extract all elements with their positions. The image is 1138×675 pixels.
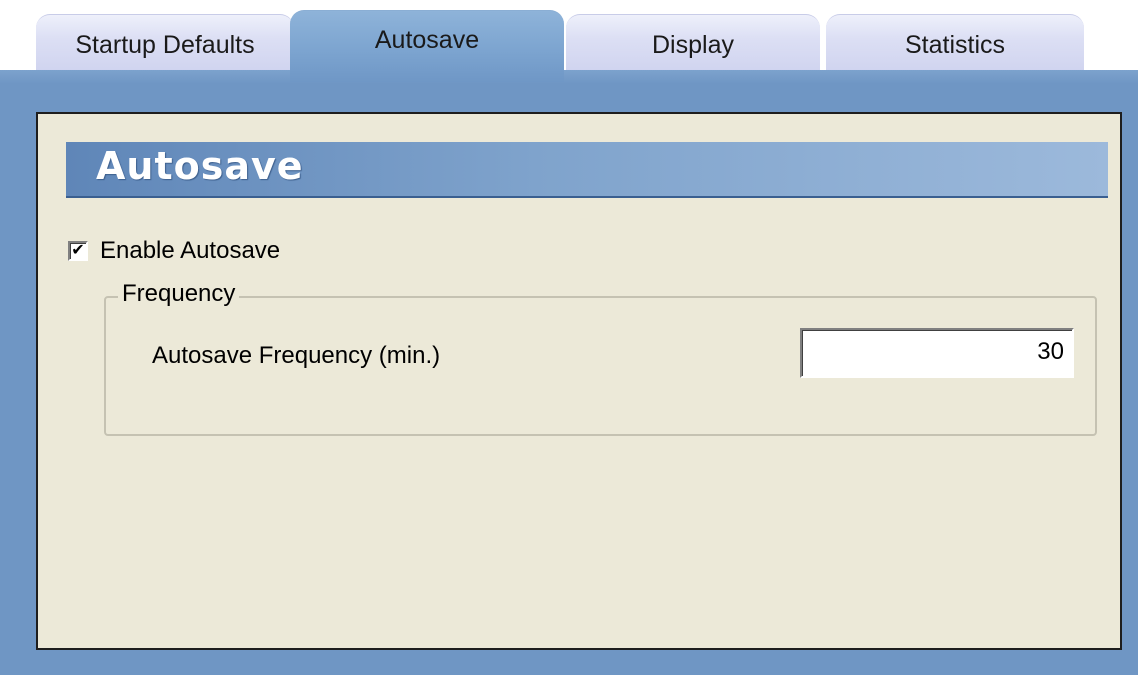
autosave-frequency-input[interactable]: 30 [800, 328, 1074, 378]
section-title: Autosave [96, 144, 304, 188]
frame-top-strip [0, 70, 1138, 84]
enable-autosave-option[interactable]: ✔ Enable Autosave [68, 236, 280, 266]
autosave-panel: Autosave ✔ Enable Autosave Frequency Aut… [36, 112, 1122, 650]
frequency-legend: Frequency [118, 280, 240, 308]
frequency-groupbox: Frequency Autosave Frequency (min.) 30 [104, 280, 1097, 436]
autosave-frequency-label: Autosave Frequency (min.) [152, 342, 441, 369]
tab-statistics[interactable]: Statistics [826, 14, 1084, 74]
enable-autosave-label[interactable]: Enable Autosave [100, 237, 280, 265]
tab-autosave[interactable]: Autosave [290, 10, 564, 82]
tab-panel-frame: Autosave ✔ Enable Autosave Frequency Aut… [0, 70, 1138, 675]
section-header: Autosave [66, 142, 1108, 198]
settings-dialog: Startup Defaults Autosave Display Statis… [0, 0, 1138, 675]
check-mark-icon: ✔ [71, 242, 85, 259]
tab-startup-defaults[interactable]: Startup Defaults [36, 14, 294, 74]
tab-display[interactable]: Display [566, 14, 820, 74]
enable-autosave-checkbox[interactable]: ✔ [68, 241, 88, 261]
